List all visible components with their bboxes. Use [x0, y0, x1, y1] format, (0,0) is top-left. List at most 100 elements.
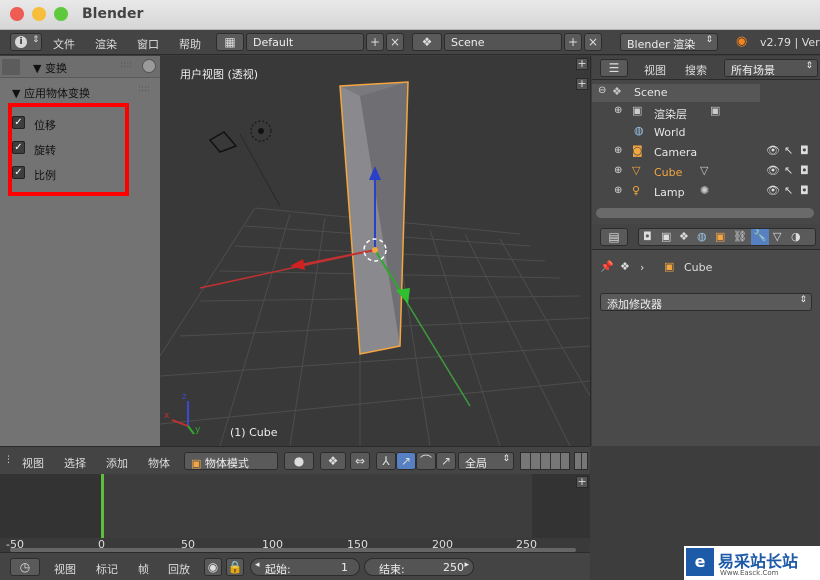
screen-layout-field[interactable]: Default	[246, 33, 364, 51]
drag-handle-icon[interactable]: ::::	[120, 60, 132, 70]
tl-menu-marker[interactable]: 标记	[96, 561, 118, 577]
add-region-icon[interactable]: +	[576, 476, 588, 488]
eye-icon[interactable]: 👁	[766, 164, 780, 177]
interaction-mode-select[interactable]: ▣ 物体模式	[184, 452, 278, 470]
layers-grid-2[interactable]	[574, 452, 588, 470]
current-frame-marker[interactable]	[101, 474, 104, 538]
outliner-editor-icon[interactable]: ☰	[600, 59, 628, 77]
properties-region-icon[interactable]: +	[576, 78, 588, 90]
eye-icon[interactable]: 👁	[766, 184, 780, 197]
timeline-editor-icon[interactable]: ◷	[10, 558, 40, 576]
vp-menu-object[interactable]: 物体	[148, 455, 170, 471]
drag-handle-icon[interactable]: ::::	[138, 84, 150, 94]
vp-menu-select[interactable]: 选择	[64, 455, 86, 471]
3d-viewport[interactable]: z x y 用户视图 (透视) (1) Cube + +	[160, 56, 590, 446]
tl-menu-frame[interactable]: 帧	[138, 561, 149, 577]
pin-icon[interactable]: 📌	[600, 260, 614, 273]
tl-menu-view[interactable]: 视图	[54, 561, 76, 577]
outliner-row-scene[interactable]: ⊖ ❖ Scene	[592, 84, 760, 102]
outliner-search-menu[interactable]: 搜索	[685, 62, 707, 78]
screen-layout-icon[interactable]: ▦	[216, 33, 244, 51]
menu-render[interactable]: 渲染	[95, 36, 117, 52]
outliner-row-renderlayers[interactable]: ⊕ ▣ 渲染层 ▣	[592, 104, 820, 122]
version-label: v2.79 | Ver	[760, 36, 820, 49]
add-scene-button[interactable]: +	[564, 33, 582, 51]
object-tab-icon[interactable]: ▣	[715, 230, 725, 243]
window-title: Blender	[82, 6, 144, 22]
outliner-row-lamp[interactable]: ⊕ ♀ Lamp ✺ 👁 ↖ ◘	[592, 184, 820, 202]
transform-panel-header[interactable]: ▼ 变换 ::::	[0, 56, 160, 78]
menu-file[interactable]: 文件	[53, 36, 75, 52]
scene-tab-icon[interactable]: ❖	[679, 230, 689, 243]
render-camera-icon[interactable]: ◘	[800, 144, 809, 157]
pivot-select[interactable]: ❖	[320, 452, 346, 470]
area-divider[interactable]	[590, 56, 591, 446]
outliner-row-world[interactable]: ◍ World	[592, 124, 820, 142]
render-camera-icon[interactable]: ◘	[800, 164, 809, 177]
transform-manipulator[interactable]: ↗	[436, 452, 456, 470]
chevron-right-icon[interactable]: ▸	[464, 560, 469, 570]
renderlayer-tab-icon[interactable]: ▣	[661, 230, 671, 243]
drag-handle-icon[interactable]: ⋮	[4, 455, 13, 465]
rotate-manipulator[interactable]: ↗	[396, 452, 416, 470]
collapse-icon[interactable]: ⊖	[598, 85, 606, 96]
cursor-select-icon[interactable]: ↖	[784, 144, 793, 157]
manipulator-toggle[interactable]: ⇔	[350, 452, 370, 470]
menu-help[interactable]: 帮助	[179, 36, 201, 52]
modifier-tab-icon[interactable]: 🔧	[751, 229, 769, 245]
minimize-window-button[interactable]	[32, 7, 46, 21]
end-frame-field[interactable]: 结束: 250 ▸	[364, 558, 474, 576]
vp-menu-view[interactable]: 视图	[22, 455, 44, 471]
viewport-canvas[interactable]: z x y	[160, 56, 590, 446]
expand-icon[interactable]: ⊕	[614, 165, 622, 176]
camera-object-icon[interactable]	[208, 131, 238, 153]
record-icon[interactable]: ◉	[204, 558, 222, 576]
material-tab-icon[interactable]: ◑	[791, 230, 801, 243]
timeline-ruler[interactable]: -50 0 50 100 150 200 250	[0, 538, 590, 552]
cursor-select-icon[interactable]: ↖	[784, 164, 793, 177]
lock-icon[interactable]: 🔒	[226, 558, 244, 576]
translate-manipulator[interactable]: ⅄	[376, 452, 396, 470]
expand-icon[interactable]: ⊕	[614, 145, 622, 156]
outliner-view-menu[interactable]: 视图	[644, 62, 666, 78]
outliner-filter-select[interactable]: 所有场景 ⇕	[724, 59, 818, 77]
render-tab-icon[interactable]: ◘	[643, 230, 652, 243]
outliner-scrollbar[interactable]	[596, 208, 814, 218]
layers-grid[interactable]	[520, 452, 570, 470]
constraint-tab-icon[interactable]: ⛓	[733, 230, 747, 243]
scene-icon[interactable]: ❖	[412, 33, 442, 51]
chevron-left-icon[interactable]: ◂	[255, 560, 260, 570]
delete-scene-button[interactable]: ×	[584, 33, 602, 51]
expand-icon[interactable]: ⊕	[614, 185, 622, 196]
add-region-icon[interactable]: +	[576, 58, 588, 70]
outliner-row-camera[interactable]: ⊕ ◙ Camera 👁 ↖ ◘	[592, 144, 820, 162]
properties-editor-icon[interactable]: ▤	[600, 228, 628, 246]
cursor-select-icon[interactable]: ↖	[784, 184, 793, 197]
world-tab-icon[interactable]: ◍	[697, 230, 707, 243]
data-tab-icon[interactable]: ▽	[773, 230, 781, 243]
expand-icon[interactable]: ⊕	[614, 105, 622, 116]
eye-icon[interactable]: 👁	[766, 144, 780, 157]
render-engine-select[interactable]: Blender 渲染 ⇕	[620, 33, 718, 51]
close-window-button[interactable]	[10, 7, 24, 21]
delete-layout-button[interactable]: ×	[386, 33, 404, 51]
editor-type-button[interactable]: i ⇕	[10, 33, 42, 51]
orientation-select[interactable]: 全局 ⇕	[458, 452, 514, 470]
maximize-window-button[interactable]	[54, 7, 68, 21]
tool-tab[interactable]	[2, 59, 20, 75]
outliner-renderlayers-label: 渲染层	[654, 108, 687, 121]
add-modifier-select[interactable]: 添加修改器 ⇕	[600, 293, 812, 311]
menu-window[interactable]: 窗口	[137, 36, 159, 52]
scene-field[interactable]: Scene	[444, 33, 562, 51]
timeline[interactable]: +	[0, 474, 590, 538]
render-camera-icon[interactable]: ◘	[800, 184, 809, 197]
shading-select[interactable]: ●	[284, 452, 314, 470]
vp-menu-add[interactable]: 添加	[106, 455, 128, 471]
outliner-row-cube[interactable]: ⊕ ▽ Cube ▽ 👁 ↖ ◘	[592, 164, 820, 182]
start-frame-field[interactable]: ◂ 起始: 1	[250, 558, 360, 576]
add-layout-button[interactable]: +	[366, 33, 384, 51]
tl-menu-playback[interactable]: 回放	[168, 561, 190, 577]
apply-panel-header[interactable]: ▼ 应用物体变换 ::::	[0, 80, 160, 102]
scale-manipulator[interactable]: ⌒	[416, 452, 436, 470]
panel-pin-icon[interactable]	[142, 59, 156, 73]
